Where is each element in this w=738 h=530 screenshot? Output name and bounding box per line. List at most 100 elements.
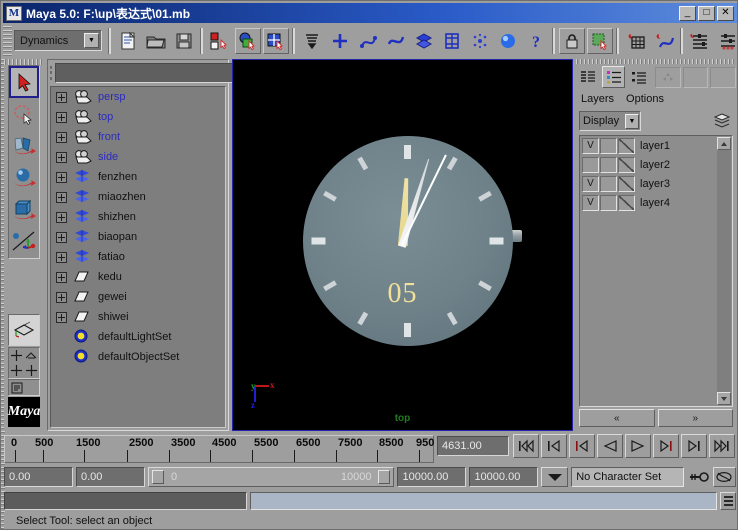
anim-end-time-field[interactable]: 10000.00: [469, 467, 539, 487]
next-layers-button[interactable]: »: [657, 409, 733, 427]
range-start-handle[interactable]: [151, 470, 164, 484]
new-layer-icon[interactable]: [710, 110, 734, 132]
layer-playback-toggle[interactable]: [600, 156, 617, 173]
table-row[interactable]: V layer1: [580, 136, 732, 155]
select-curve-button[interactable]: [355, 28, 381, 54]
go-to-start-button[interactable]: [513, 434, 539, 458]
viewport-top-camera[interactable]: 05 y x z top: [232, 59, 573, 431]
list-item[interactable]: persp: [51, 87, 225, 107]
table-row[interactable]: layer2: [580, 155, 732, 174]
range-end-time-field[interactable]: 10000.00: [397, 467, 467, 487]
move-tool[interactable]: [9, 130, 39, 162]
four-view-layout[interactable]: [9, 348, 24, 363]
list-item[interactable]: front: [51, 127, 225, 147]
step-back-key-button[interactable]: [541, 434, 567, 458]
step-forward-frame-button[interactable]: [653, 434, 679, 458]
select-poly-button[interactable]: [411, 28, 437, 54]
layer-list-scrollbar[interactable]: [717, 137, 731, 405]
outliner-layout[interactable]: [9, 380, 24, 395]
anim-start-time-field[interactable]: 0.00: [4, 467, 73, 487]
list-item[interactable]: shiwei: [51, 307, 225, 327]
single-perspective-layout[interactable]: [9, 315, 39, 345]
expand-icon[interactable]: [56, 171, 67, 183]
blank-layout[interactable]: [24, 380, 39, 395]
layer-visibility-toggle[interactable]: V: [582, 175, 599, 192]
expand-icon[interactable]: [56, 111, 67, 123]
select-render-button[interactable]: [495, 28, 521, 54]
close-button[interactable]: ✕: [717, 5, 734, 21]
expand-icon[interactable]: [56, 291, 67, 303]
outliner-search-input[interactable]: [55, 63, 234, 83]
layer-mode-dropdown[interactable]: Display ▼: [579, 111, 641, 131]
step-back-frame-button[interactable]: [569, 434, 595, 458]
new-scene-button[interactable]: [115, 28, 141, 54]
outliner-list[interactable]: persp top front side fenzhen miaozhen sh…: [50, 86, 226, 428]
list-item[interactable]: side: [51, 147, 225, 167]
list-item[interactable]: miaozhen: [51, 187, 225, 207]
list-item[interactable]: defaultLightSet: [51, 327, 225, 347]
layer-playback-toggle[interactable]: [600, 175, 617, 192]
command-output-field[interactable]: [250, 492, 717, 510]
universal-manipulator-tool[interactable]: [9, 226, 39, 258]
menu-options[interactable]: Options: [626, 93, 664, 105]
layer-list[interactable]: V layer1 layer2 V layer3 V layer4: [579, 135, 733, 407]
step-forward-key-button[interactable]: [681, 434, 707, 458]
time-slider[interactable]: 0 500 1500 2500 3500 4500 5500 6500 7500…: [4, 435, 434, 463]
tab-anim-layers[interactable]: [627, 66, 651, 88]
layer-display-type-toggle[interactable]: [618, 194, 635, 211]
layer-display-type-toggle[interactable]: [618, 175, 635, 192]
show-attribute-editor-button[interactable]: [687, 28, 713, 54]
range-end-handle[interactable]: [378, 470, 391, 484]
maximize-button[interactable]: □: [698, 5, 715, 21]
list-item[interactable]: kedu: [51, 267, 225, 287]
select-misc-button[interactable]: ?: [523, 28, 549, 54]
play-forwards-button[interactable]: [625, 434, 651, 458]
go-to-end-button[interactable]: [709, 434, 735, 458]
toolbar-grip[interactable]: [3, 25, 12, 56]
panel-blank-2[interactable]: [710, 66, 736, 88]
layer-display-type-toggle[interactable]: [618, 137, 635, 154]
list-item[interactable]: top: [51, 107, 225, 127]
select-deformation-button[interactable]: [439, 28, 465, 54]
expand-icon[interactable]: [56, 251, 67, 263]
expand-icon[interactable]: [56, 311, 67, 323]
select-by-object-type-button[interactable]: [235, 27, 261, 54]
snap-curve-button[interactable]: [651, 28, 677, 54]
table-row[interactable]: V layer3: [580, 174, 732, 193]
snap-grid-button[interactable]: [623, 28, 649, 54]
scroll-down-icon[interactable]: [717, 392, 731, 405]
layer-display-type-toggle[interactable]: [618, 156, 635, 173]
expand-icon[interactable]: [56, 131, 67, 143]
tab-display-layers[interactable]: [576, 66, 600, 88]
list-item[interactable]: shizhen: [51, 207, 225, 227]
list-item[interactable]: fenzhen: [51, 167, 225, 187]
expand-icon[interactable]: [56, 211, 67, 223]
list-item[interactable]: biaopan: [51, 227, 225, 247]
select-handle-button[interactable]: [327, 28, 353, 54]
expand-icon[interactable]: [56, 91, 67, 103]
construction-history-button[interactable]: [587, 27, 613, 54]
layer-playback-toggle[interactable]: [600, 137, 617, 154]
layer-visibility-toggle[interactable]: V: [582, 194, 599, 211]
menu-layers[interactable]: Layers: [581, 93, 614, 105]
auto-key-button[interactable]: [687, 467, 710, 487]
select-dynamic-button[interactable]: [467, 28, 493, 54]
layer-visibility-toggle[interactable]: [582, 156, 599, 173]
select-by-component-type-button[interactable]: [263, 27, 289, 54]
tab-render-layers[interactable]: [601, 66, 626, 88]
save-scene-button[interactable]: [171, 28, 197, 54]
layer-editor-grip[interactable]: [576, 59, 736, 64]
panel-blank-1[interactable]: [682, 66, 709, 88]
expand-icon[interactable]: [56, 231, 67, 243]
character-set-dropdown-button[interactable]: [541, 467, 569, 487]
expand-icon[interactable]: [56, 151, 67, 163]
select-by-hierarchy-button[interactable]: [207, 28, 233, 54]
persp-outliner-layout[interactable]: [24, 348, 39, 363]
range-slider-bar[interactable]: 0 10000: [147, 467, 395, 487]
list-item[interactable]: gewei: [51, 287, 225, 307]
scroll-up-icon[interactable]: [717, 137, 731, 150]
expand-icon[interactable]: [56, 191, 67, 203]
command-input[interactable]: [4, 492, 247, 510]
select-surface-button[interactable]: [383, 28, 409, 54]
minimize-button[interactable]: _: [679, 5, 696, 21]
